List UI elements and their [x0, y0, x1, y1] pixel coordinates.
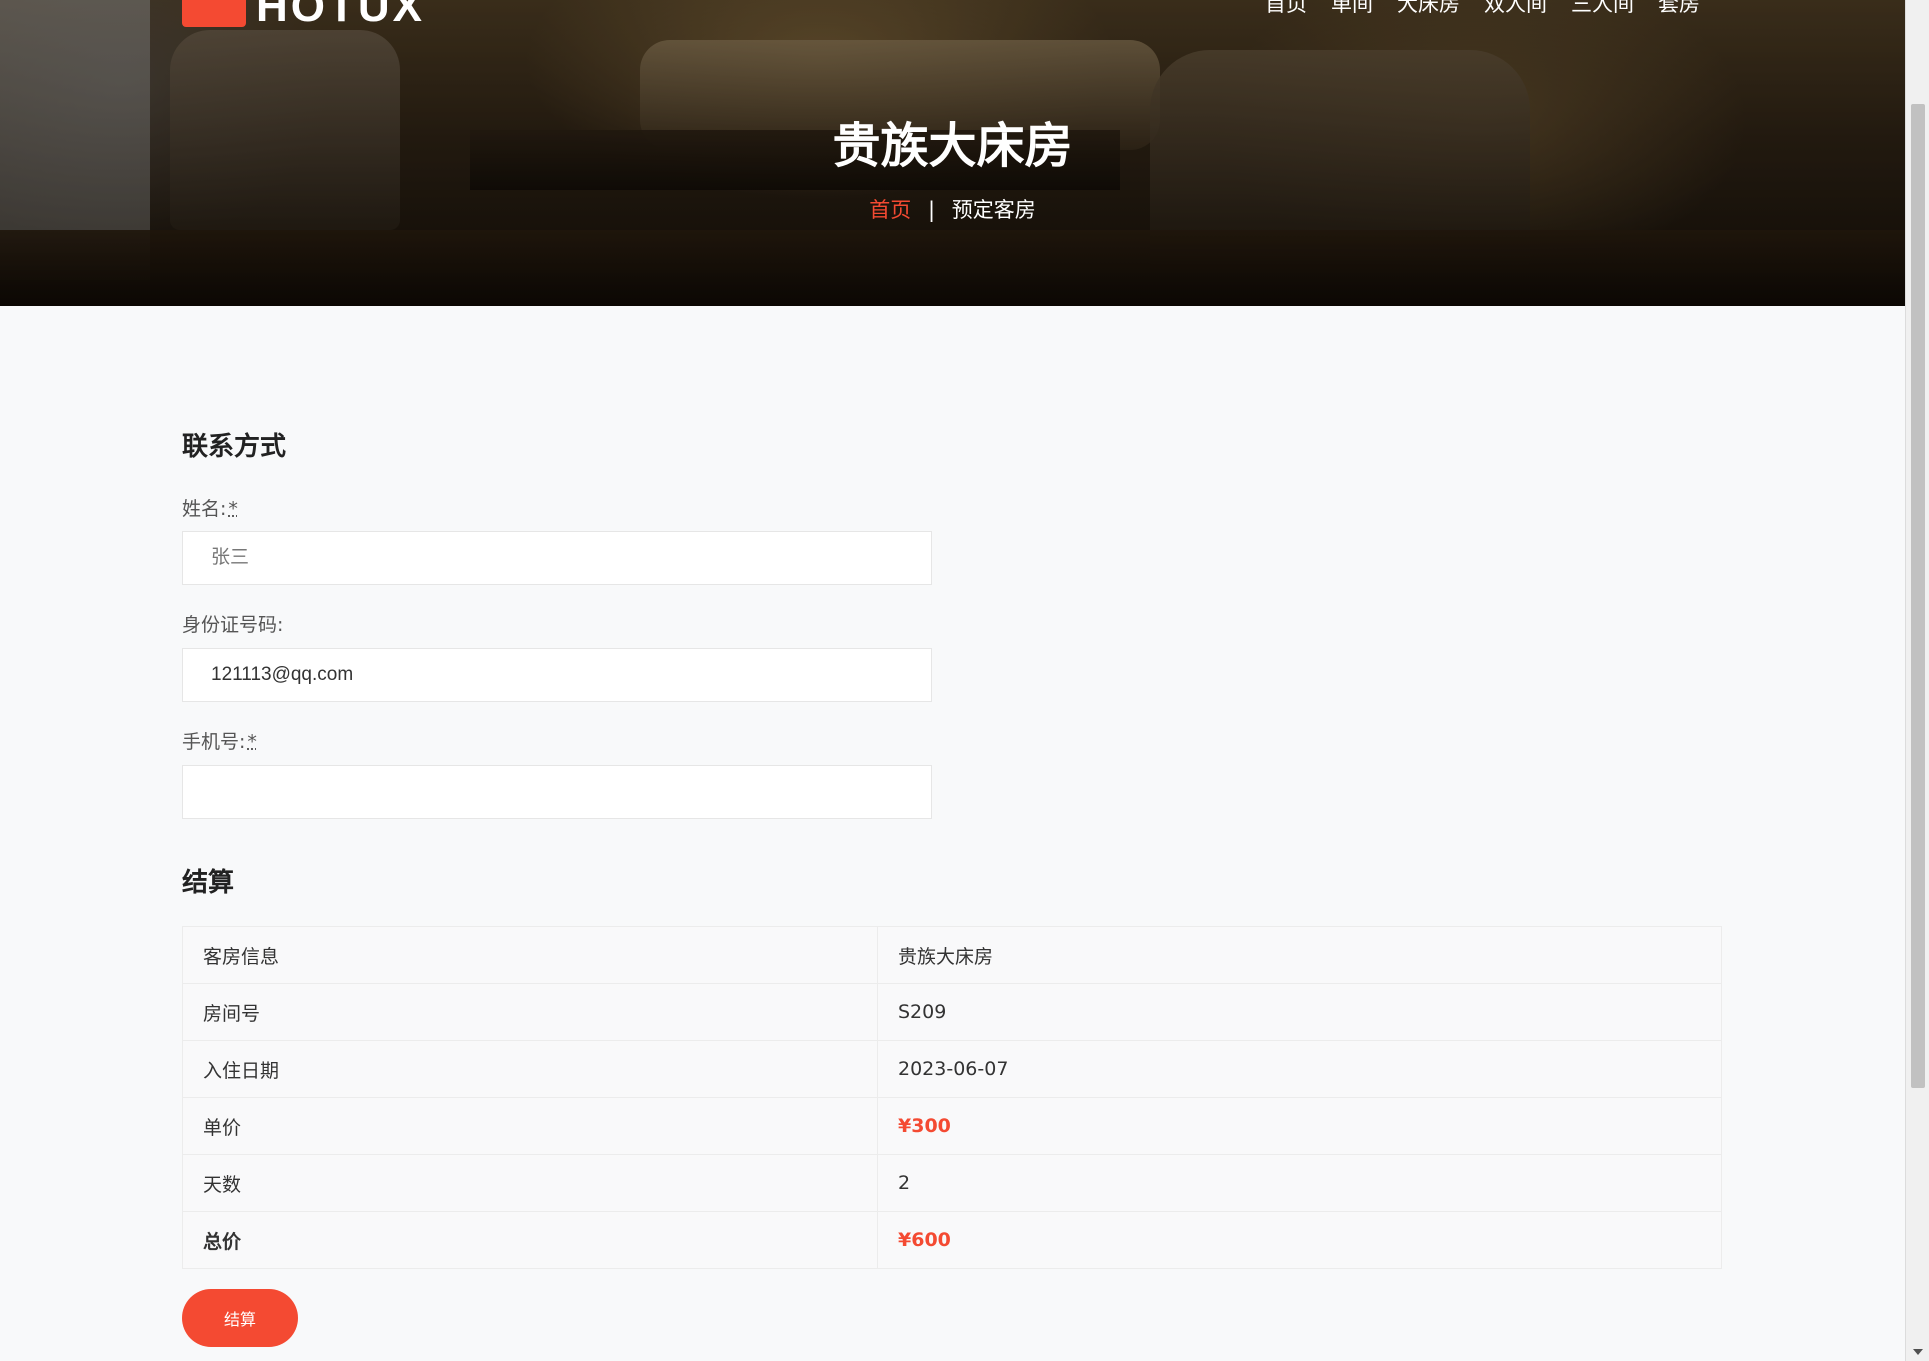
days-key: 天数	[182, 1154, 878, 1212]
scrollbar-thumb[interactable]	[1911, 104, 1925, 1088]
nav-item-suite[interactable]: 套房	[1658, 0, 1700, 18]
nav-item-home[interactable]: 首页	[1265, 0, 1307, 18]
room-number-key: 房间号	[182, 983, 878, 1041]
nav-item-double[interactable]: 双人间	[1484, 0, 1547, 18]
unit-price-value: ¥300	[877, 1097, 1722, 1155]
table-row: 天数 2	[182, 1154, 1722, 1212]
table-row: 房间号 S209	[182, 983, 1722, 1041]
checkout-button[interactable]: 结算	[182, 1289, 298, 1347]
checkin-date-key: 入住日期	[182, 1040, 878, 1098]
nav-item-king[interactable]: 大床房	[1397, 0, 1460, 18]
name-label: 姓名: *	[182, 494, 238, 521]
id-number-label: 身份证号码:	[182, 614, 284, 636]
main-nav: 首页 单间 大床房 双人间 三人间 套房	[1265, 0, 1700, 18]
site-logo[interactable]: HOTUX	[182, 0, 425, 32]
room-info-key: 客房信息	[182, 926, 878, 984]
table-row: 总价 ¥600	[182, 1211, 1722, 1269]
room-number-value: S209	[877, 983, 1722, 1041]
table-row: 客房信息 贵族大床房	[182, 926, 1722, 984]
nav-item-triple[interactable]: 三人间	[1571, 0, 1634, 18]
id-number-input[interactable]	[182, 648, 932, 702]
room-info-value: 贵族大床房	[877, 926, 1722, 984]
name-input[interactable]	[182, 531, 932, 585]
logo-mark-icon	[182, 0, 246, 27]
table-row: 单价 ¥300	[182, 1097, 1722, 1155]
phone-input[interactable]	[182, 765, 932, 819]
name-required-mark: *	[228, 498, 238, 520]
logo-text: HOTUX	[256, 0, 425, 31]
phone-required-mark: *	[247, 731, 257, 753]
name-label-text: 姓名:	[182, 498, 227, 520]
unit-price-key: 单价	[182, 1097, 878, 1155]
checkout-heading: 结算	[182, 868, 235, 898]
table-row: 入住日期 2023-06-07	[182, 1040, 1722, 1098]
vertical-scrollbar[interactable]	[1905, 0, 1929, 1361]
breadcrumb-separator: |	[927, 198, 936, 222]
breadcrumb-current: 预定客房	[951, 198, 1036, 222]
total-price-key: 总价	[182, 1211, 878, 1269]
page: HOTUX 首页 单间 大床房 双人间 三人间 套房 贵族大床房 首页 | 预定…	[0, 0, 1905, 1361]
checkin-date-value: 2023-06-07	[877, 1040, 1722, 1098]
total-price-value: ¥600	[877, 1211, 1722, 1269]
page-title: 贵族大床房	[832, 118, 1073, 174]
phone-label: 手机号: *	[182, 727, 257, 754]
days-value: 2	[877, 1154, 1722, 1212]
contact-heading: 联系方式	[182, 432, 287, 462]
breadcrumb-home-link[interactable]: 首页	[869, 198, 911, 222]
hero-banner: HOTUX 首页 单间 大床房 双人间 三人间 套房 贵族大床房 首页 | 预定…	[0, 0, 1905, 306]
nav-item-single[interactable]: 单间	[1331, 0, 1373, 18]
breadcrumb: 首页 | 预定客房	[0, 194, 1905, 224]
phone-label-text: 手机号:	[182, 731, 246, 753]
checkout-summary-table: 客房信息 贵族大床房 房间号 S209 入住日期 2023-06-07 单价 ¥…	[182, 926, 1722, 1269]
scroll-down-arrow-icon[interactable]	[1913, 1349, 1923, 1355]
